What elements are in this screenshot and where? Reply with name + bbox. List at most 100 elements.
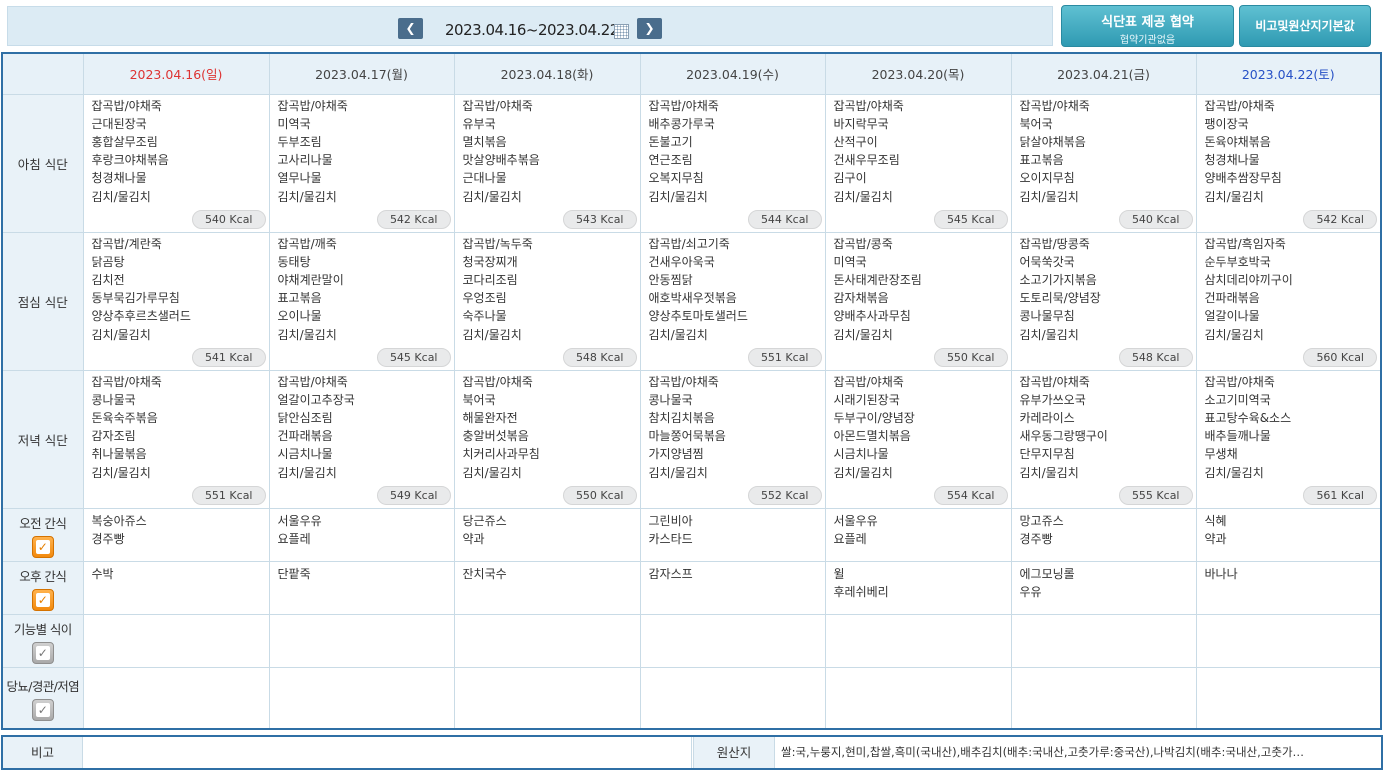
snack-cell[interactable] (824, 666, 1012, 730)
snack-cell[interactable] (268, 613, 455, 668)
snack-cell[interactable]: 감자스프 (639, 560, 826, 615)
meal-cell[interactable]: 잡곡밥/콩죽 미역국 돈사태계란장조림 감자채볶음 양배추사과무침 김치/물김치 550 K… (824, 231, 1012, 371)
snack-cell[interactable] (639, 613, 826, 668)
snack-cell[interactable] (824, 613, 1012, 668)
snack-cell[interactable]: 망고쥬스 경주빵 (1010, 507, 1197, 562)
menu-item: 김치/물김치 (833, 465, 893, 480)
kcal-badge: 543 Kcal (562, 209, 637, 229)
remarks-origin-default-button[interactable]: 비고및원산지기본값 (1239, 5, 1371, 47)
menu-item: 어묵쑥갓국 (1019, 254, 1075, 269)
snack-item: 망고쥬스 (1019, 513, 1064, 528)
checkmark-icon: ✓ (35, 593, 50, 607)
snack-cell[interactable]: 잔치국수 (453, 560, 641, 615)
menu-item: 김치/물김치 (462, 465, 522, 480)
agreement-subtitle: 협약기관없음 (1119, 35, 1176, 46)
snack-cell[interactable] (639, 666, 826, 730)
remarks-field[interactable] (84, 737, 692, 768)
snack-item: 그린비아 (648, 513, 693, 528)
menu-item: 배추들깨나물 (1204, 429, 1271, 444)
day-header-row: 2023.04.16(일) 2023.04.17(월) 2023.04.18(화… (1, 52, 1382, 95)
snack-cell[interactable]: 당근쥬스 약과 (453, 507, 641, 562)
snack-row-title: 오후 간식 (19, 569, 67, 584)
meal-cell[interactable]: 잡곡밥/계란죽 닭곰탕 김치전 동부묵김가루무침 양상추후르츠샐러드 김치/물김치 541 … (82, 231, 270, 371)
origin-text[interactable]: 쌀:국,누룽지,현미,찹쌀,흑미(국내산),배추김치(배추:국내산,고춧가루:중… (781, 737, 1379, 768)
snack-cell[interactable] (268, 666, 455, 730)
meal-cell[interactable]: 잡곡밥/야채죽 소고기미역국 표고탕수육&소스 배추들깨나물 무생채 김치/물김치 561 … (1195, 369, 1382, 509)
menu-item: 북어국 (1019, 116, 1053, 131)
meal-cell[interactable]: 잡곡밥/야채죽 근대된장국 홍합살무조림 후랑크야채볶음 청경채나물 김치/물김치 540 … (82, 93, 270, 233)
menu-item: 새우동그랑땡구이 (1019, 429, 1108, 444)
meal-cell[interactable]: 잡곡밥/야채죽 콩나물국 참치김치볶음 마늘쫑어묵볶음 가지양념찜 김치/물김치 552 K… (639, 369, 826, 509)
meal-cell[interactable]: 잡곡밥/야채죽 유부국 멸치볶음 맛살양배추볶음 근대나물 김치/물김치 543 Kcal (453, 93, 641, 233)
menu-item: 미역국 (277, 116, 311, 131)
snack-cell[interactable] (1195, 666, 1382, 730)
menu-item: 두부구이/양념장 (833, 410, 915, 425)
menu-item: 얼갈이고추장국 (277, 392, 355, 407)
snack-cell[interactable] (453, 666, 641, 730)
menu-item: 김치/물김치 (91, 327, 151, 342)
snack-cell[interactable]: 서울우유 요플레 (268, 507, 455, 562)
snack-row-title: 당뇨/경관/저염 (6, 679, 80, 695)
meal-cell[interactable]: 잡곡밥/녹두죽 청국장찌개 코다리조림 우엉조림 숙주나물 김치/물김치 548 Kcal (453, 231, 641, 371)
snack-cell[interactable]: 서울우유 요플레 (824, 507, 1012, 562)
menu-item: 돈육숙주볶음 (91, 410, 158, 425)
snack-item: 식혜 (1204, 513, 1227, 528)
snack-cell[interactable]: 단팥죽 (268, 560, 455, 615)
menu-item: 돈육야채볶음 (1204, 134, 1271, 149)
snack-cell[interactable] (453, 613, 641, 668)
kcal-badge: 560 Kcal (1303, 347, 1377, 367)
snack-cell[interactable]: 바나나 (1195, 560, 1382, 615)
menu-item: 김치/물김치 (648, 465, 708, 480)
menu-item: 오이지무침 (1019, 171, 1075, 186)
menu-item: 건새우아욱국 (648, 254, 715, 269)
meal-cell[interactable]: 잡곡밥/야채죽 유부가쓰오국 카레라이스 새우동그랑땡구이 단무지무침 김치/물김치 555… (1010, 369, 1197, 509)
snack-cell[interactable]: 복숭아쥬스 경주빵 (82, 507, 270, 562)
meal-cell[interactable]: 잡곡밥/땅콩죽 어묵쑥갓국 소고기가지볶음 도토리묵/양념장 콩나물무침 김치/물김치 54… (1010, 231, 1197, 371)
meal-cell[interactable]: 잡곡밥/깨죽 동태탕 야채계란말이 표고볶음 오이나물 김치/물김치 545 Kcal (268, 231, 455, 371)
snack-cell[interactable]: 식혜 약과 (1195, 507, 1382, 562)
calendar-icon[interactable] (614, 24, 629, 39)
snack-cell[interactable] (82, 666, 270, 730)
agreement-title: 식단표 제공 협약 (1101, 15, 1194, 30)
snack-row-label: 오전 간식 ✓ (1, 507, 84, 562)
meal-cell[interactable]: 잡곡밥/야채죽 바지락무국 산적구이 건새우무조림 김구이 김치/물김치 545 Kcal (824, 93, 1012, 233)
snack-row: 오전 간식 ✓ 복숭아쥬스 경주빵 서울우유 요플레 당근쥬스 약과 그린비아 카스타드 서울우유 요… (1, 507, 1382, 562)
snack-cell[interactable]: 그린비아 카스타드 (639, 507, 826, 562)
menu-item: 양배추쌈장무침 (1204, 171, 1282, 186)
menu-item: 유부국 (462, 116, 496, 131)
snack-row-label: 당뇨/경관/저염 ✓ (1, 666, 84, 730)
meal-cell[interactable]: 잡곡밥/야채죽 얼갈이고추장국 닭안심조림 건파래볶음 시금치나물 김치/물김치 549 K… (268, 369, 455, 509)
snack-cell[interactable]: 에그모닝롤 우유 (1010, 560, 1197, 615)
menu-item: 카레라이스 (1019, 410, 1075, 425)
meal-cell[interactable]: 잡곡밥/흑임자죽 순두부호박국 삼치데리야끼구이 건파래볶음 얼갈이나물 김치/물김치 56… (1195, 231, 1382, 371)
snack-cell[interactable] (1195, 613, 1382, 668)
menu-item: 오이나물 (277, 309, 322, 324)
meal-cell[interactable]: 잡곡밥/야채죽 북어국 해물완자전 충알버섯볶음 치커리사과무침 김치/물김치 550 Kc… (453, 369, 641, 509)
snack-toggle-checkbox[interactable]: ✓ (31, 589, 54, 611)
meal-cell[interactable]: 잡곡밥/야채죽 콩나물국 돈육숙주볶음 감자조림 취나물볶음 김치/물김치 551 Kcal (82, 369, 270, 509)
snack-cell[interactable] (82, 613, 270, 668)
meal-plan-agreement-button[interactable]: 식단표 제공 협약 협약기관없음 (1061, 5, 1234, 47)
menu-item: 김치/물김치 (1204, 465, 1264, 480)
kcal-badge: 548 Kcal (562, 347, 637, 367)
snack-toggle-checkbox[interactable]: ✓ (31, 642, 54, 664)
snack-cell[interactable]: 수박 (82, 560, 270, 615)
next-week-button[interactable]: ❯ (637, 18, 662, 39)
meal-cell[interactable]: 잡곡밥/야채죽 미역국 두부조림 고사리나물 열무나물 김치/물김치 542 Kcal (268, 93, 455, 233)
day-header: 2023.04.17(월) (268, 52, 455, 95)
meal-cell[interactable]: 잡곡밥/야채죽 배추콩가루국 돈불고기 연근조림 오복지무침 김치/물김치 544 Kcal (639, 93, 826, 233)
meal-cell[interactable]: 잡곡밥/야채죽 북어국 닭살야채볶음 표고볶음 오이지무침 김치/물김치 540 Kcal (1010, 93, 1197, 233)
meal-cell[interactable]: 잡곡밥/쇠고기죽 건새우아욱국 안동찜닭 애호박새우젓볶음 양상추토마토샐러드 김치/물김… (639, 231, 826, 371)
meal-cell[interactable]: 잡곡밥/야채죽 팽이장국 돈육야채볶음 청경채나물 양배추쌈장무침 김치/물김치 542 K… (1195, 93, 1382, 233)
menu-item: 김치/물김치 (91, 465, 151, 480)
menu-item: 청국장찌개 (462, 254, 518, 269)
snack-toggle-checkbox[interactable]: ✓ (31, 699, 54, 722)
menu-item: 콩나물국 (648, 392, 693, 407)
snack-item: 단팥죽 (277, 566, 311, 581)
snack-cell[interactable] (1010, 666, 1197, 730)
snack-cell[interactable]: 윌 후레쉬베리 (824, 560, 1012, 615)
snack-toggle-checkbox[interactable]: ✓ (31, 536, 54, 558)
prev-week-button[interactable]: ❮ (398, 18, 423, 39)
meal-cell[interactable]: 잡곡밥/야채죽 시래기된장국 두부구이/양념장 아몬드멸치볶음 시금치나물 김치/물김치 5… (824, 369, 1012, 509)
snack-cell[interactable] (1010, 613, 1197, 668)
